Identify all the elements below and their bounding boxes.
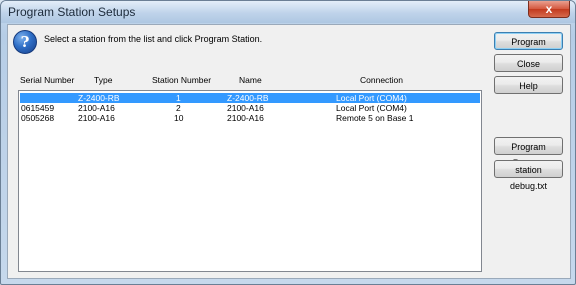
cell-type: 2100-A16 xyxy=(78,103,115,113)
help-question-icon: ? xyxy=(13,30,37,54)
program-station-button[interactable]: Program Station xyxy=(494,32,563,63)
cell-type: 2100-A16 xyxy=(78,113,115,123)
help-button[interactable]: Help xyxy=(494,76,563,94)
column-header-station-number: Station Number xyxy=(152,75,212,85)
column-header-type: Type xyxy=(94,75,113,85)
station-debug-button[interactable]: station debug.txt xyxy=(494,160,563,191)
close-window-button[interactable]: x xyxy=(528,1,570,18)
cell-type: Z-2400-RB xyxy=(78,93,120,103)
cell-station-number: 10 xyxy=(174,113,184,123)
program-station-setups-dialog: Program Station Setups x ? Select a stat… xyxy=(0,0,576,285)
list-row[interactable]: 0615459 2100-A16 2 2100-A16 Local Port (… xyxy=(20,103,480,113)
cell-connection: Local Port (COM4) xyxy=(336,103,407,113)
station-list[interactable]: Z-2400-RB 1 Z-2400-RB Local Port (COM4) … xyxy=(18,90,482,272)
dialog-client-area: ? Select a station from the list and cli… xyxy=(7,24,571,279)
cell-station-number: 1 xyxy=(176,93,181,103)
cell-station-number: 2 xyxy=(176,103,181,113)
program-remote-button[interactable]: Program Remote xyxy=(494,137,563,168)
title-bar[interactable]: Program Station Setups x xyxy=(1,1,575,23)
cell-connection: Local Port (COM4) xyxy=(336,93,407,103)
close-button[interactable]: Close xyxy=(494,54,563,72)
cell-name: 2100-A16 xyxy=(227,103,264,113)
list-column-headers: Serial Number Type Station Number Name C… xyxy=(8,75,488,87)
column-header-connection: Connection xyxy=(360,75,404,85)
window-title: Program Station Setups xyxy=(8,5,136,19)
cell-serial: 0615459 xyxy=(21,103,55,113)
column-header-name: Name xyxy=(239,75,262,85)
list-row[interactable]: 0505268 2100-A16 10 2100-A16 Remote 5 on… xyxy=(20,113,480,123)
cell-name: 2100-A16 xyxy=(227,113,264,123)
cell-connection: Remote 5 on Base 1 xyxy=(336,113,414,123)
list-row[interactable]: Z-2400-RB 1 Z-2400-RB Local Port (COM4) xyxy=(20,93,480,103)
column-header-serial: Serial Number xyxy=(20,75,75,85)
cell-serial: 0505268 xyxy=(21,113,55,123)
instruction-text: Select a station from the list and click… xyxy=(44,34,263,44)
cell-name: Z-2400-RB xyxy=(227,93,269,103)
